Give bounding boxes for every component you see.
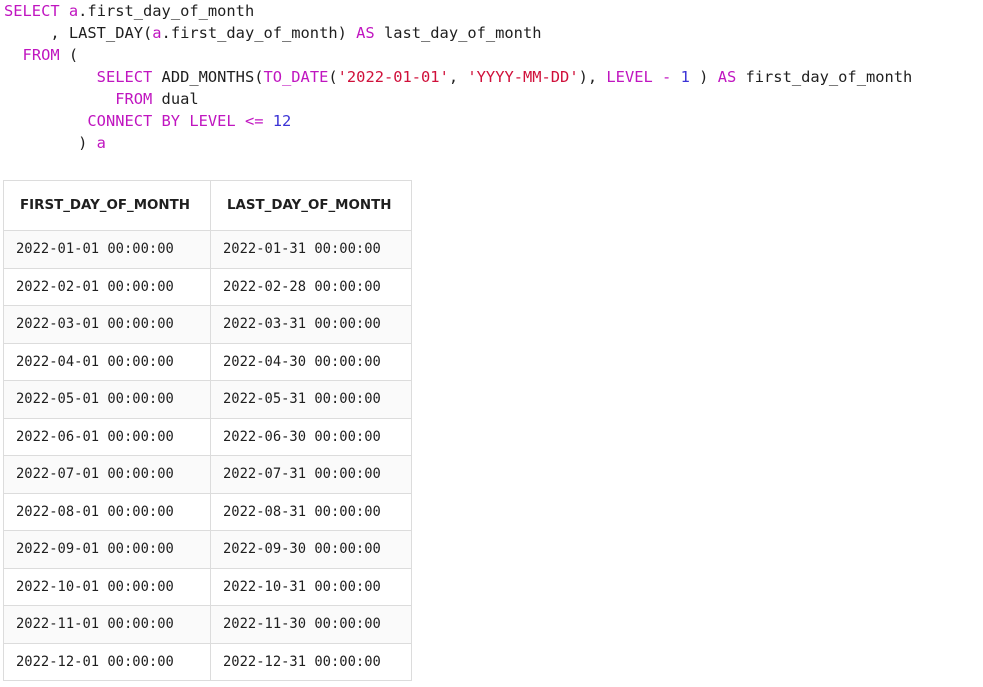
sql-line: FROM dual [4,88,912,110]
sql-token: ( [59,46,79,64]
sql-token: ) [4,134,97,152]
column-header-last-day[interactable]: LAST_DAY_OF_MONTH [209,180,413,231]
cell-first-day[interactable]: 2022-03-01 00:00:00 [3,305,211,344]
sql-token: , LAST_DAY( [4,24,153,42]
table-row[interactable]: 2022-06-01 00:00:00 2022-06-30 00:00:00 [3,417,413,456]
sql-line: SELECT a.first_day_of_month [4,0,912,22]
sql-token: ADD_MONTHS( [152,68,264,86]
sql-token: .first_day_of_month [78,2,255,20]
table-row[interactable]: 2022-04-01 00:00:00 2022-04-30 00:00:00 [3,342,413,381]
sql-alias: a [68,2,79,20]
table-row[interactable]: 2022-10-01 00:00:00 2022-10-31 00:00:00 [3,567,413,606]
sql-keyword: TO_DATE [263,68,329,86]
cell-last-day[interactable]: 2022-07-31 00:00:00 [209,455,413,494]
sql-token: , [448,68,468,86]
cell-last-day[interactable]: 2022-02-28 00:00:00 [209,267,413,306]
sql-keyword: SELECT [96,68,153,86]
table-row[interactable]: 2022-03-01 00:00:00 2022-03-31 00:00:00 [3,305,413,344]
sql-number: 12 [272,112,292,130]
sql-token: .first_day_of_month) [161,24,357,42]
sql-alias: a [96,134,106,152]
table-row[interactable]: 2022-07-01 00:00:00 2022-07-31 00:00:00 [3,455,413,494]
cell-first-day[interactable]: 2022-12-01 00:00:00 [3,642,211,681]
sql-line: , LAST_DAY(a.first_day_of_month) AS last… [4,22,912,44]
cell-last-day[interactable]: 2022-10-31 00:00:00 [209,567,413,606]
cell-first-day[interactable]: 2022-11-01 00:00:00 [3,605,211,644]
sql-alias: a [152,24,162,42]
cell-first-day[interactable]: 2022-08-01 00:00:00 [3,492,211,531]
table-row[interactable]: 2022-08-01 00:00:00 2022-08-31 00:00:00 [3,492,413,531]
cell-first-day[interactable]: 2022-09-01 00:00:00 [3,530,211,569]
cell-last-day[interactable]: 2022-11-30 00:00:00 [209,605,413,644]
cell-first-day[interactable]: 2022-02-01 00:00:00 [3,267,211,306]
table-row[interactable]: 2022-01-01 00:00:00 2022-01-31 00:00:00 [3,230,413,269]
sql-keyword: FROM [22,46,60,64]
column-header-first-day[interactable]: FIRST_DAY_OF_MONTH [3,180,211,231]
sql-token: ), [578,68,607,86]
cell-last-day[interactable]: 2022-03-31 00:00:00 [209,305,413,344]
table-row[interactable]: 2022-05-01 00:00:00 2022-05-31 00:00:00 [3,380,413,419]
result-header-row: FIRST_DAY_OF_MONTH LAST_DAY_OF_MONTH [3,180,413,231]
cell-last-day[interactable]: 2022-01-31 00:00:00 [209,230,413,269]
sql-keyword: LEVEL [606,68,653,86]
sql-editor[interactable]: SELECT a.first_day_of_month , LAST_DAY(a… [4,0,912,154]
table-row[interactable]: 2022-11-01 00:00:00 2022-11-30 00:00:00 [3,605,413,644]
sql-string: 'YYYY-MM-DD' [467,68,579,86]
sql-token: ) [689,68,718,86]
sql-number: 1 [680,68,690,86]
cell-first-day[interactable]: 2022-05-01 00:00:00 [3,380,211,419]
cell-last-day[interactable]: 2022-05-31 00:00:00 [209,380,413,419]
cell-first-day[interactable]: 2022-07-01 00:00:00 [3,455,211,494]
sql-line: FROM ( [4,44,912,66]
sql-keyword: AS [356,24,375,42]
sql-token: first_day_of_month [736,68,913,86]
cell-first-day[interactable]: 2022-10-01 00:00:00 [3,567,211,606]
cell-first-day[interactable]: 2022-01-01 00:00:00 [3,230,211,269]
cell-first-day[interactable]: 2022-06-01 00:00:00 [3,417,211,456]
table-row[interactable]: 2022-02-01 00:00:00 2022-02-28 00:00:00 [3,267,413,306]
sql-keyword: - [662,68,672,86]
sql-keyword: <= [244,112,264,130]
sql-keyword: CONNECT BY LEVEL [87,112,236,130]
sql-string: '2022-01-01' [337,68,449,86]
sql-line: CONNECT BY LEVEL <= 12 [4,110,912,132]
cell-last-day[interactable]: 2022-06-30 00:00:00 [209,417,413,456]
cell-last-day[interactable]: 2022-09-30 00:00:00 [209,530,413,569]
sql-line: ) a [4,132,912,154]
sql-token: ( [328,68,338,86]
sql-token: dual [152,90,199,108]
table-row[interactable]: 2022-12-01 00:00:00 2022-12-31 00:00:00 [3,642,413,681]
sql-token: last_day_of_month [374,24,542,42]
sql-keyword: SELECT [4,2,69,20]
cell-last-day[interactable]: 2022-08-31 00:00:00 [209,492,413,531]
sql-line: SELECT ADD_MONTHS(TO_DATE('2022-01-01', … [4,66,913,88]
sql-keyword: FROM [115,90,153,108]
table-row[interactable]: 2022-09-01 00:00:00 2022-09-30 00:00:00 [3,530,413,569]
result-table: FIRST_DAY_OF_MONTH LAST_DAY_OF_MONTH 202… [3,180,413,681]
cell-last-day[interactable]: 2022-12-31 00:00:00 [209,642,413,681]
cell-first-day[interactable]: 2022-04-01 00:00:00 [3,342,211,381]
sql-keyword: AS [717,68,737,86]
cell-last-day[interactable]: 2022-04-30 00:00:00 [209,342,413,381]
